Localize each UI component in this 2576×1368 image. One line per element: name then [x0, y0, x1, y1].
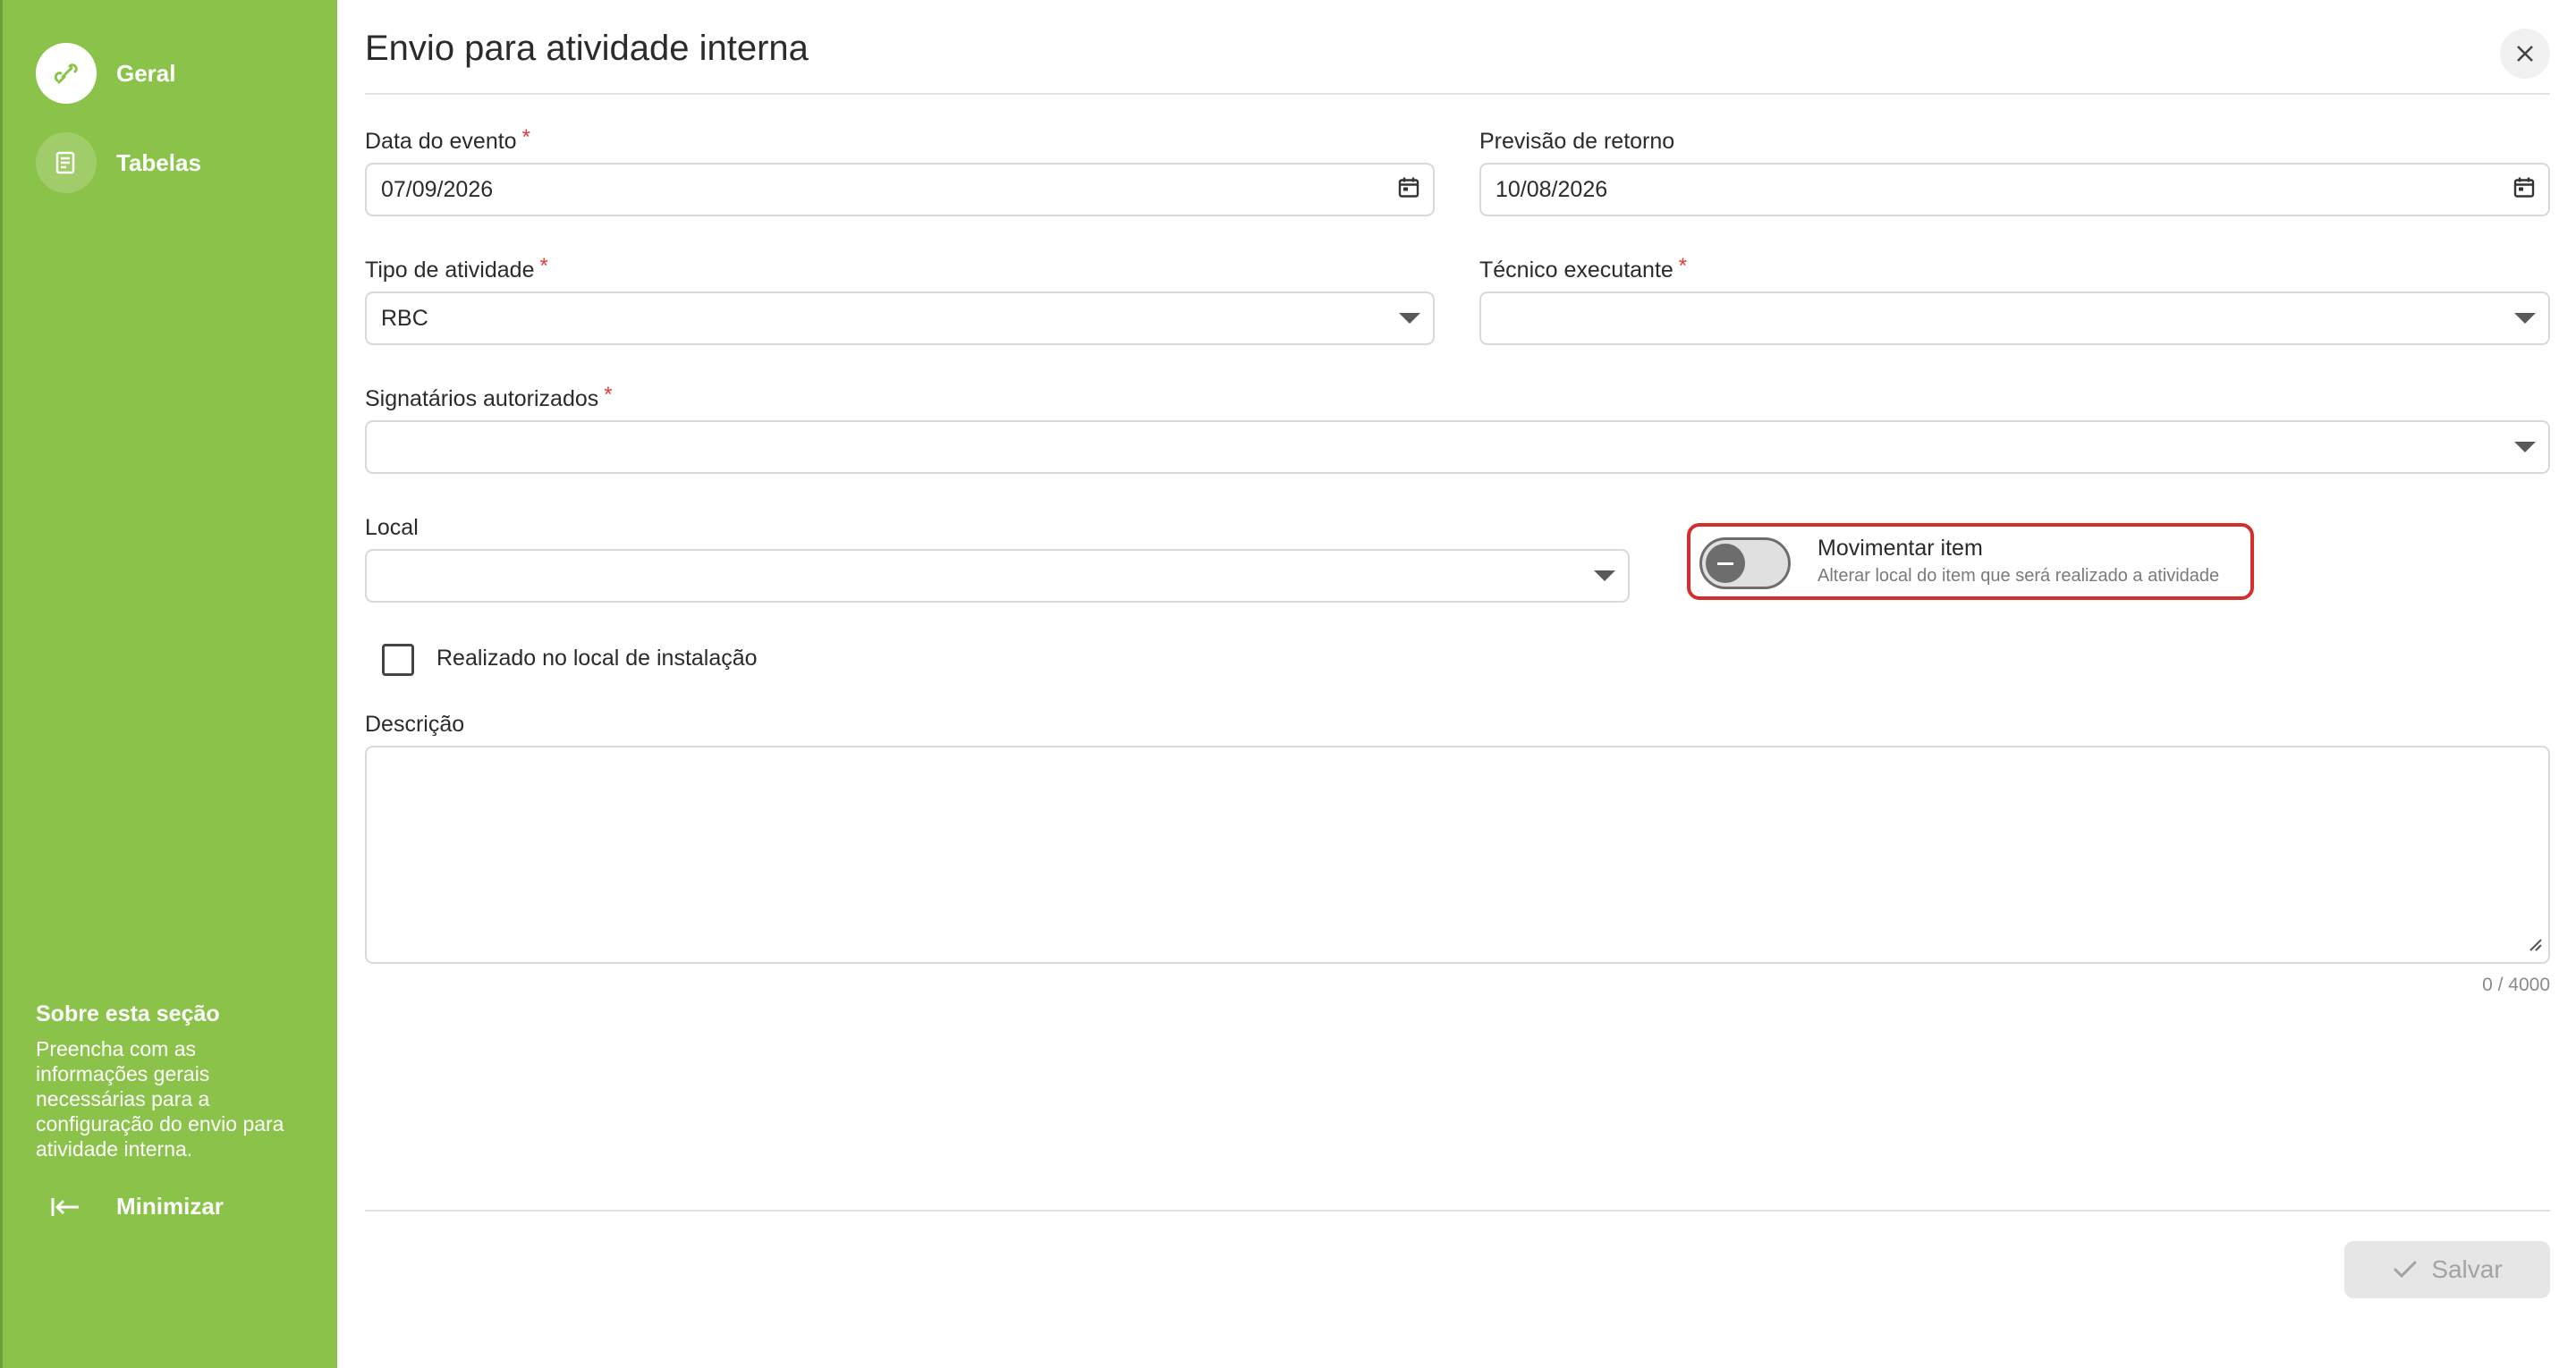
realizado-local-checkbox[interactable]: [382, 644, 414, 676]
dropdown-arrow-icon: [2514, 313, 2536, 324]
dropdown-arrow-icon: [2514, 442, 2536, 452]
minimize-button[interactable]: Minimizar: [50, 1193, 224, 1220]
signatarios-label: Signatários autorizados *: [365, 383, 613, 412]
previsao-retorno-field[interactable]: 10/08/2026: [1479, 163, 2550, 216]
link-icon: [36, 43, 97, 104]
about-text: Preencha com as informações gerais neces…: [36, 1037, 284, 1161]
app-window: Geral Tabelas Sobre esta seção Preencha …: [0, 0, 2576, 1368]
sidebar-item-label: Tabelas: [116, 148, 201, 176]
check-icon: [2394, 1261, 2417, 1279]
tipo-atividade-label-text: Tipo de atividade: [365, 258, 535, 283]
descricao-counter: 0 / 4000: [2482, 975, 2550, 995]
data-evento-label-text: Data do evento: [365, 129, 517, 154]
collapse-left-icon: [51, 1197, 79, 1216]
close-button[interactable]: [2500, 29, 2550, 79]
save-label: Salvar: [2431, 1255, 2503, 1283]
toggle-off-icon: [1706, 544, 1745, 583]
data-evento-label: Data do evento *: [365, 125, 530, 155]
dropdown-arrow-icon: [1399, 313, 1420, 324]
sidebar-item-tabelas[interactable]: Tabelas: [36, 132, 201, 193]
resize-handle-icon[interactable]: [2527, 936, 2543, 957]
required-mark: *: [539, 254, 548, 278]
required-mark: *: [604, 383, 613, 407]
table-icon: [36, 132, 97, 193]
dropdown-arrow-icon: [1594, 570, 1615, 581]
realizado-local-label: Realizado no local de instalação: [436, 646, 758, 671]
previsao-retorno-label: Previsão de retorno: [1479, 129, 1675, 154]
tipo-atividade-label: Tipo de atividade *: [365, 254, 548, 283]
movimentar-item-subtitle: Alterar local do item que será realizado…: [1818, 566, 2220, 586]
signatarios-label-text: Signatários autorizados: [365, 386, 599, 411]
footer-divider: [365, 1210, 2550, 1212]
required-mark: *: [521, 125, 530, 149]
signatarios-select[interactable]: [365, 420, 2550, 474]
movimentar-item-highlight: Movimentar item Alterar local do item qu…: [1687, 523, 2254, 600]
data-evento-value: 07/09/2026: [381, 176, 494, 202]
tipo-atividade-value: RBC: [381, 305, 428, 331]
tecnico-executante-label: Técnico executante *: [1479, 254, 1687, 283]
local-label: Local: [365, 515, 419, 540]
required-mark: *: [1678, 254, 1688, 278]
save-button[interactable]: Salvar: [2344, 1241, 2550, 1298]
header-divider: [365, 93, 2550, 95]
close-icon: [2517, 46, 2533, 62]
data-evento-field[interactable]: 07/09/2026: [365, 163, 1435, 216]
sidebar-item-label: Geral: [116, 59, 176, 87]
page-title: Envio para atividade interna: [365, 29, 809, 68]
descricao-textarea[interactable]: [365, 746, 2550, 964]
about-title: Sobre esta seção: [36, 1001, 220, 1026]
sidebar-edge: [0, 0, 3, 1368]
movimentar-item-toggle[interactable]: [1699, 537, 1791, 589]
tecnico-executante-select[interactable]: [1479, 291, 2550, 345]
calendar-icon[interactable]: [1397, 176, 1420, 204]
movimentar-item-title: Movimentar item: [1818, 536, 1983, 561]
minimize-label: Minimizar: [116, 1193, 224, 1220]
main-panel: Envio para atividade interna Data do eve…: [337, 0, 2576, 1368]
tipo-atividade-select[interactable]: RBC: [365, 291, 1435, 345]
calendar-icon[interactable]: [2512, 176, 2536, 204]
sidebar: Geral Tabelas Sobre esta seção Preencha …: [0, 0, 337, 1368]
tecnico-executante-label-text: Técnico executante: [1479, 258, 1674, 283]
about-section: Sobre esta seção Preencha com as informa…: [36, 1001, 304, 1161]
sidebar-item-geral[interactable]: Geral: [36, 43, 176, 104]
descricao-label: Descrição: [365, 712, 465, 737]
previsao-retorno-value: 10/08/2026: [1496, 176, 1608, 202]
local-select[interactable]: [365, 549, 1630, 603]
